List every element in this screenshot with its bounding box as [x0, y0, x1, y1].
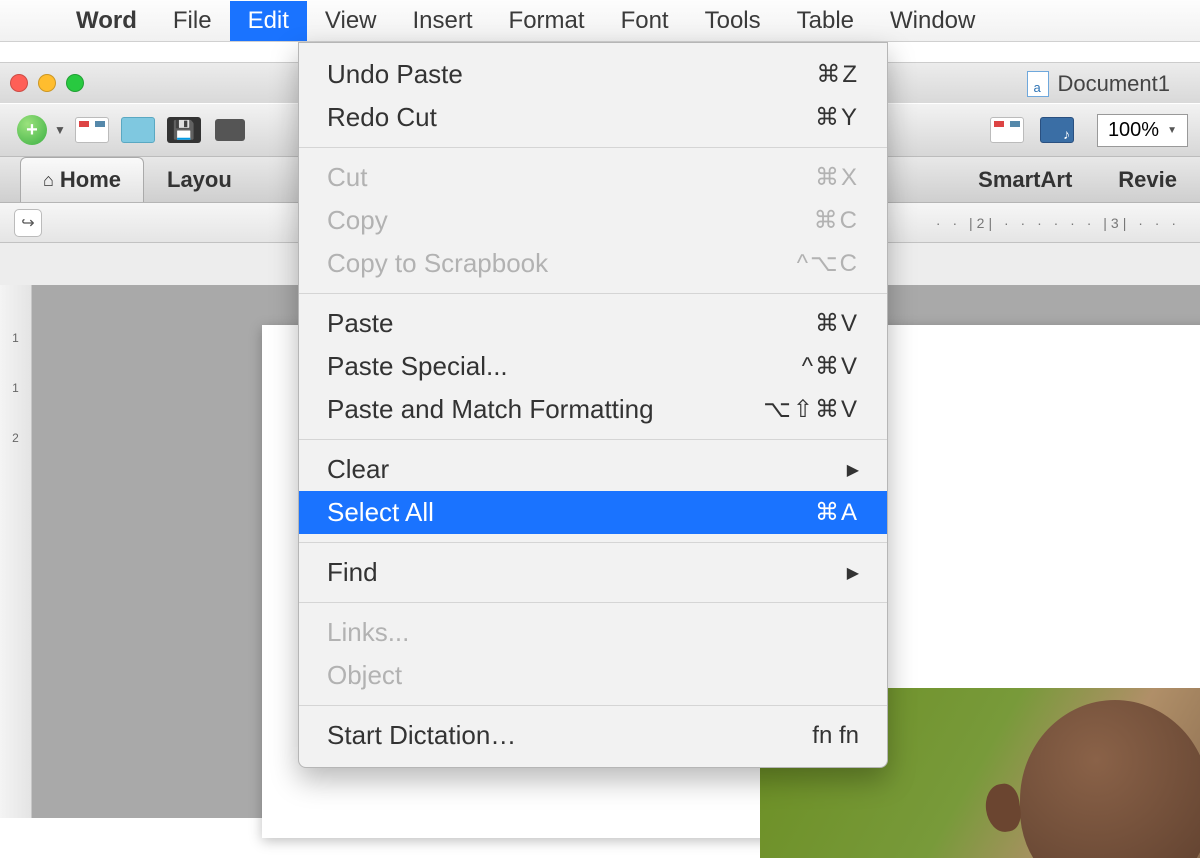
home-icon: ⌂	[43, 170, 54, 191]
menu-cut: Cut⌘X	[299, 156, 887, 199]
macos-menubar: Word File Edit View Insert Format Font T…	[0, 0, 1200, 42]
minimize-button[interactable]	[38, 74, 56, 92]
print-button[interactable]	[210, 110, 250, 150]
gallery-button[interactable]	[987, 110, 1027, 150]
menu-start-dictation[interactable]: Start Dictation…fn fn	[299, 714, 887, 757]
menubar-file[interactable]: File	[155, 1, 230, 41]
save-button[interactable]: 💾	[164, 110, 204, 150]
menu-paste[interactable]: Paste⌘V	[299, 302, 887, 345]
zoom-button[interactable]	[66, 74, 84, 92]
menu-separator	[299, 439, 887, 440]
menu-find[interactable]: Find▶	[299, 551, 887, 594]
menubar-insert[interactable]: Insert	[395, 1, 491, 41]
document-title: Document1	[1027, 71, 1170, 97]
new-document-button[interactable]: +	[12, 110, 52, 150]
menubar-app[interactable]: Word	[58, 1, 155, 41]
menu-separator	[299, 542, 887, 543]
media-browser-button[interactable]	[1037, 110, 1077, 150]
menubar-font[interactable]: Font	[603, 1, 687, 41]
menubar-table[interactable]: Table	[779, 1, 872, 41]
close-button[interactable]	[10, 74, 28, 92]
document-icon	[1027, 71, 1049, 97]
menu-paste-match[interactable]: Paste and Match Formatting⌥⇧⌘V	[299, 388, 887, 431]
menubar-view[interactable]: View	[307, 1, 395, 41]
menu-clear[interactable]: Clear▶	[299, 448, 887, 491]
document-title-text: Document1	[1057, 71, 1170, 97]
menu-links: Links...	[299, 611, 887, 654]
zoom-value: 100%	[1108, 119, 1159, 142]
menubar-window[interactable]: Window	[872, 1, 993, 41]
menu-select-all[interactable]: Select All⌘A	[299, 491, 887, 534]
template-gallery-button[interactable]	[72, 110, 112, 150]
open-button[interactable]	[118, 110, 158, 150]
menu-redo[interactable]: Redo Cut⌘Y	[299, 96, 887, 139]
tab-home[interactable]: ⌂Home	[20, 157, 144, 202]
menu-separator	[299, 602, 887, 603]
new-doc-caret-icon[interactable]: ▼	[54, 123, 66, 137]
menu-separator	[299, 705, 887, 706]
chevron-down-icon: ▼	[1167, 125, 1177, 136]
menu-copy: Copy⌘C	[299, 199, 887, 242]
text-direction-button[interactable]: ↪	[14, 209, 42, 237]
menu-paste-special[interactable]: Paste Special...^⌘V	[299, 345, 887, 388]
horizontal-ruler: · · |2| · · · · · · |3| · · ·	[936, 215, 1200, 231]
tab-review[interactable]: Revie	[1095, 157, 1200, 202]
menubar-tools[interactable]: Tools	[687, 1, 779, 41]
menu-object: Object	[299, 654, 887, 697]
zoom-select[interactable]: 100% ▼	[1097, 114, 1188, 147]
menu-separator	[299, 147, 887, 148]
menubar-edit[interactable]: Edit	[230, 1, 307, 41]
edit-menu-dropdown: Undo Paste⌘Z Redo Cut⌘Y Cut⌘X Copy⌘C Cop…	[298, 42, 888, 768]
vertical-ruler: 1 1 2	[0, 285, 32, 818]
tab-layout[interactable]: Layou	[144, 157, 255, 202]
menubar-format[interactable]: Format	[491, 1, 603, 41]
menu-copy-scrapbook: Copy to Scrapbook^⌥C	[299, 242, 887, 285]
tab-smartart[interactable]: SmartArt	[955, 157, 1095, 202]
menu-undo[interactable]: Undo Paste⌘Z	[299, 53, 887, 96]
menu-separator	[299, 293, 887, 294]
